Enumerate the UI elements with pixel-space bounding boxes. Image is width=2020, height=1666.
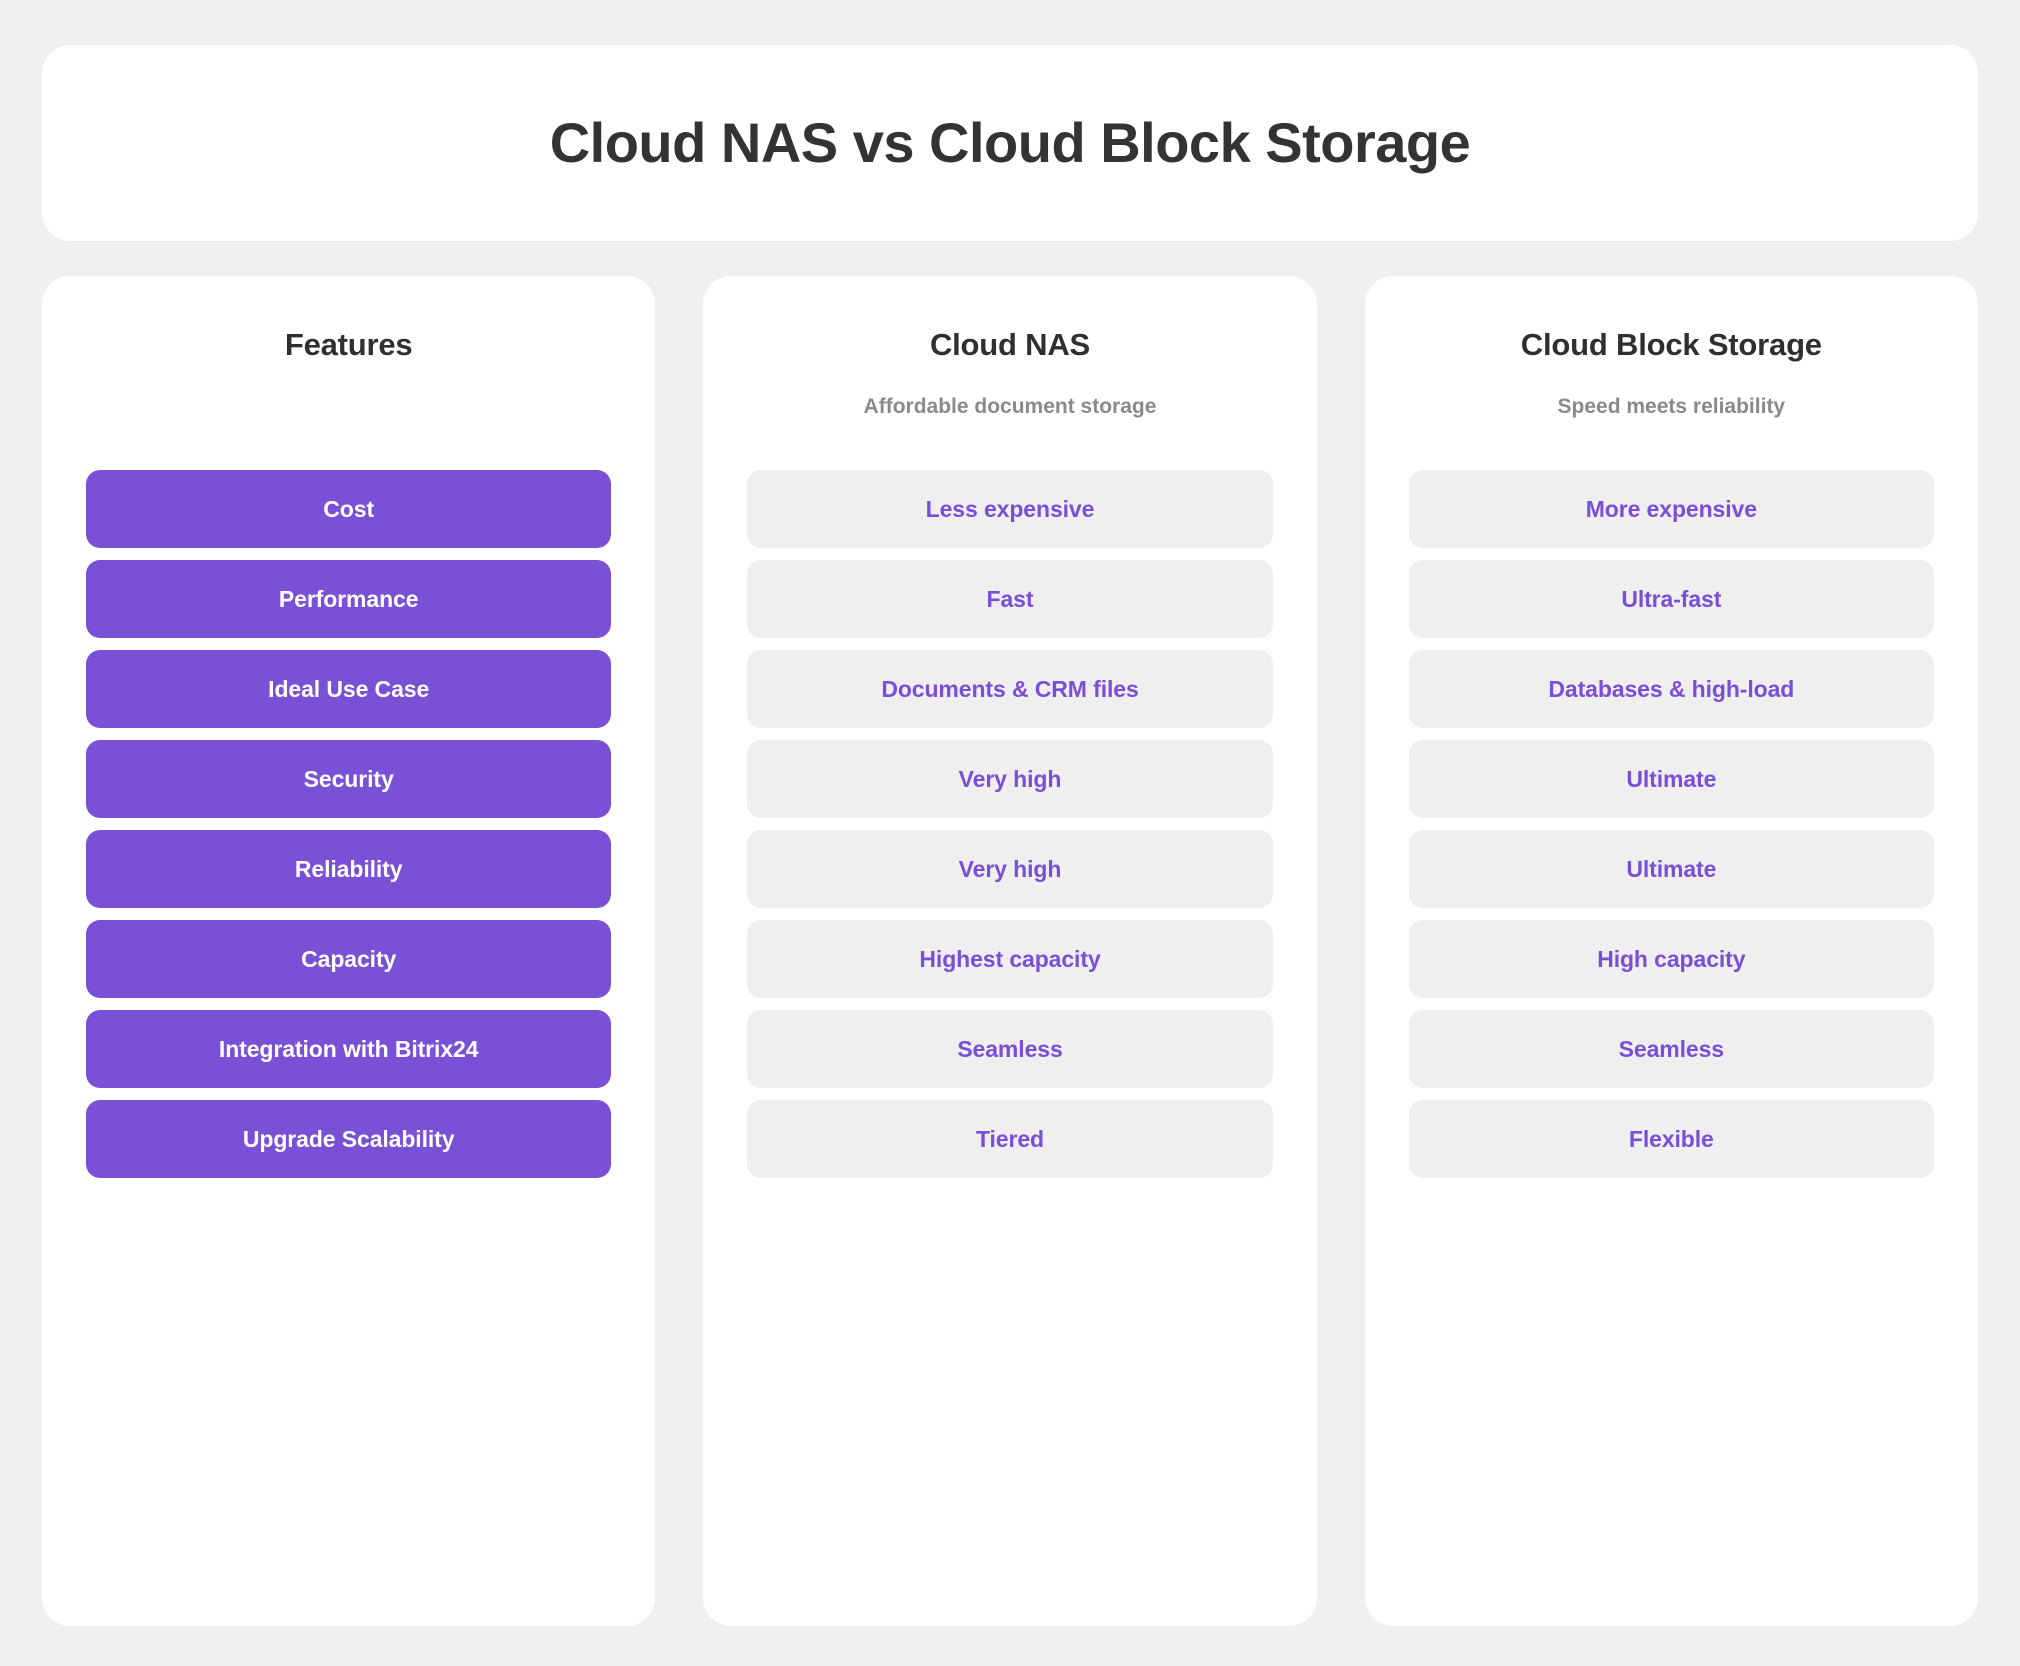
feature-chip[interactable]: Reliability [86,830,612,909]
value-chip[interactable]: Ultimate [1408,740,1934,819]
column-subtitle-cloud-nas: Affordable document storage [863,395,1157,419]
feature-chip-label: Upgrade Scalability [242,1125,455,1152]
column-header-cloud-block-storage: Cloud Block Storage Speed meets reliabil… [1409,326,1934,420]
feature-chip[interactable]: Performance [86,560,612,639]
title-card: Cloud NAS vs Cloud Block Storage [42,45,1978,241]
value-chip[interactable]: Databases & high-load [1408,650,1934,729]
value-chip-label: Flexible [1628,1125,1714,1152]
feature-chip[interactable]: Cost [86,470,612,549]
feature-chip[interactable]: Capacity [86,920,612,999]
feature-chip-label: Performance [278,585,419,612]
value-chip-label: Fast [986,585,1034,612]
column-title-cloud-block-storage: Cloud Block Storage [1520,327,1822,362]
value-chip-label: Tiered [975,1125,1044,1152]
value-chip-label: Less expensive [925,495,1095,522]
feature-chip[interactable]: Upgrade Scalability [86,1100,612,1179]
value-chip-label: Very high [958,765,1062,792]
cloud-nas-chip-list: Less expensive Fast Documents & CRM file… [747,470,1273,1179]
value-chip-label: Ultimate [1626,765,1717,792]
value-chip-label: Seamless [957,1035,1063,1062]
value-chip-label: Very high [958,855,1062,882]
value-chip[interactable]: Very high [747,830,1273,909]
value-chip-label: Databases & high-load [1548,675,1795,702]
value-chip[interactable]: Documents & CRM files [747,650,1273,729]
feature-chip-list: Cost Performance Ideal Use Case Security… [86,470,612,1179]
page-title: Cloud NAS vs Cloud Block Storage [549,111,1471,175]
value-chip[interactable]: Flexible [1408,1100,1934,1179]
column-header-cloud-nas: Cloud NAS Affordable document storage [747,326,1272,420]
value-chip[interactable]: Highest capacity [747,920,1273,999]
value-chip[interactable]: More expensive [1408,470,1934,549]
value-chip[interactable]: Tiered [747,1100,1273,1179]
column-title-features: Features [284,327,413,362]
column-cloud-nas: Cloud NAS Affordable document storage Le… [703,276,1317,1626]
feature-chip[interactable]: Security [86,740,612,819]
column-features: Features Cost Performance Ideal Use Case… [42,276,656,1626]
value-chip[interactable]: High capacity [1408,920,1934,999]
value-chip-label: Documents & CRM files [881,675,1139,702]
comparison-columns: Features Cost Performance Ideal Use Case… [42,276,1978,1626]
value-chip[interactable]: Very high [747,740,1273,819]
feature-chip-label: Reliability [294,855,403,882]
column-title-cloud-nas: Cloud NAS [929,327,1091,362]
value-chip-label: Ultimate [1626,855,1717,882]
value-chip[interactable]: Fast [747,560,1273,639]
value-chip-label: Highest capacity [919,945,1101,972]
value-chip-label: More expensive [1585,495,1757,522]
column-header-features: Features [86,326,611,420]
feature-chip-label: Capacity [301,945,397,972]
feature-chip[interactable]: Ideal Use Case [86,650,612,729]
value-chip[interactable]: Ultimate [1408,830,1934,909]
comparison-page: Cloud NAS vs Cloud Block Storage Feature… [0,0,2020,1666]
feature-chip-label: Integration with Bitrix24 [218,1035,479,1062]
value-chip-label: Ultra-fast [1621,585,1722,612]
feature-chip-label: Ideal Use Case [268,675,430,702]
column-subtitle-cloud-block-storage: Speed meets reliability [1557,395,1786,419]
value-chip[interactable]: Less expensive [747,470,1273,549]
value-chip[interactable]: Seamless [747,1010,1273,1089]
cloud-block-storage-chip-list: More expensive Ultra-fast Databases & hi… [1408,470,1934,1179]
value-chip[interactable]: Seamless [1408,1010,1934,1089]
feature-chip[interactable]: Integration with Bitrix24 [86,1010,612,1089]
feature-chip-label: Security [303,765,394,792]
feature-chip-label: Cost [323,495,375,522]
value-chip-label: Seamless [1618,1035,1724,1062]
value-chip-label: High capacity [1597,945,1746,972]
column-subtitle-features [86,394,611,420]
value-chip[interactable]: Ultra-fast [1408,560,1934,639]
column-cloud-block-storage: Cloud Block Storage Speed meets reliabil… [1364,276,1978,1626]
